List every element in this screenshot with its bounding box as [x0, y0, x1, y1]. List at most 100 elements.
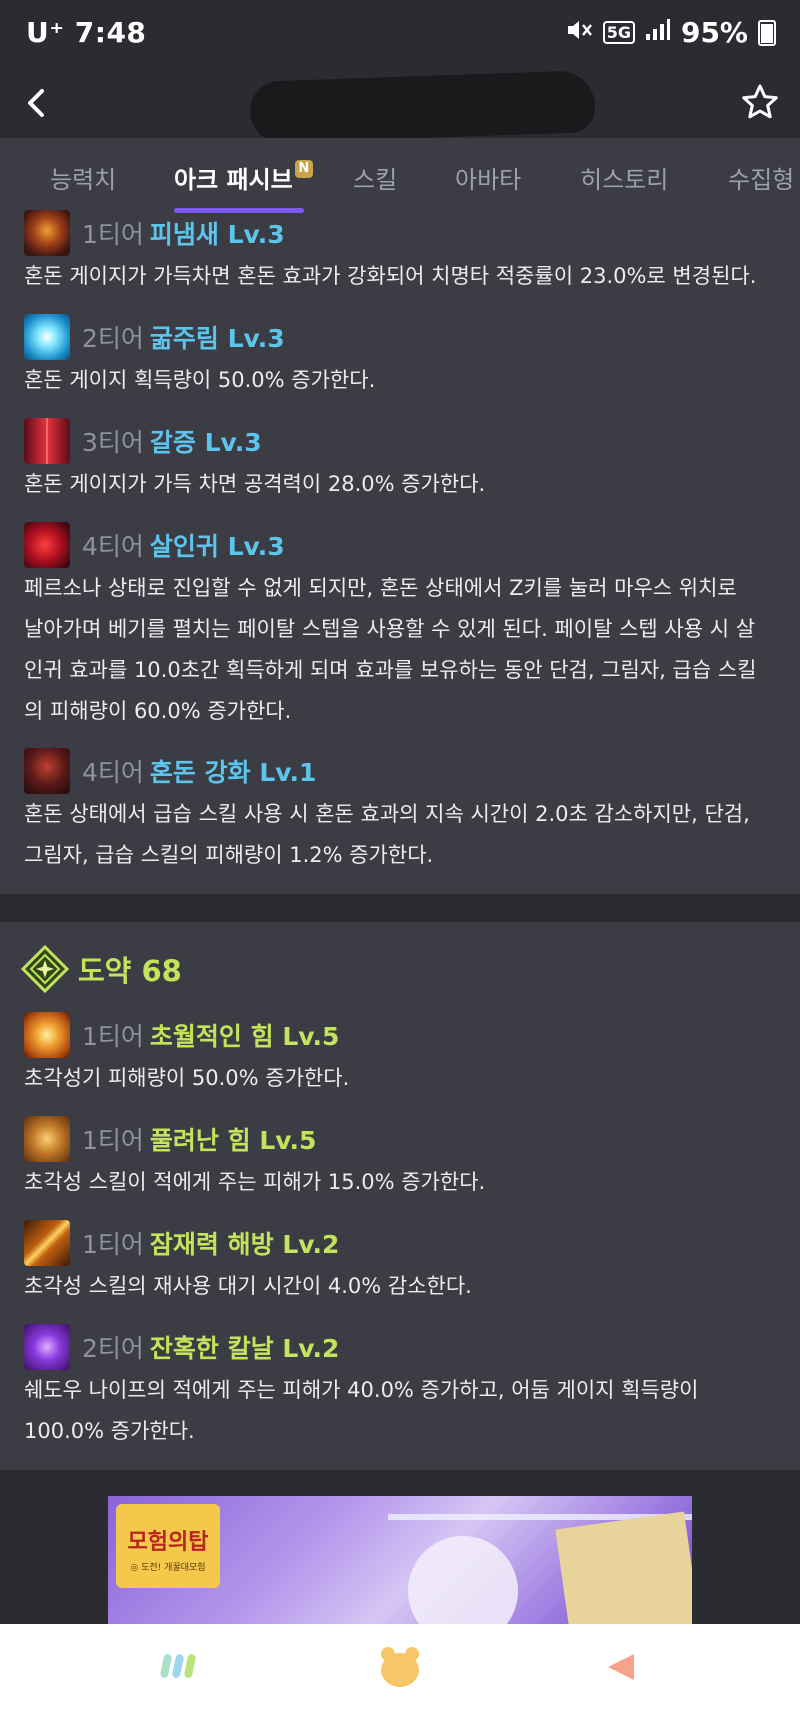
tab-label: 스킬 — [353, 166, 398, 194]
ad-banner[interactable]: 모험의탑 ◎ 도전! 개꿀대모험 — [108, 1496, 692, 1624]
passive-description: 혼돈 상태에서 급습 스킬 사용 시 혼돈 효과의 지속 시간이 2.0초 감소… — [24, 794, 784, 876]
ad-decoration — [408, 1536, 518, 1624]
tier-label: 4티어 — [82, 758, 144, 787]
status-bar: U⁺ 7:48 5G 95% — [0, 0, 800, 70]
passive-name: 살인귀 Lv.3 — [149, 532, 285, 561]
passive-entry-header: 2티어 굶주림 Lv.3 — [24, 314, 285, 360]
desc-line: 초각성 스킬이 적에게 주는 피해가 15.0% 증가한다. — [24, 1170, 486, 1194]
passive-entry-header: 4티어 살인귀 Lv.3 — [24, 522, 285, 568]
passive-description: 페르소나 상태로 진입할 수 없게 되지만, 혼돈 상태에서 Z키를 눌러 마우… — [24, 568, 784, 732]
nav-notice[interactable] — [594, 1642, 654, 1692]
ad-decoration — [555, 1511, 692, 1624]
new-badge: N — [294, 160, 313, 178]
desc-line: 100.0% 증가한다. — [24, 1419, 195, 1443]
passive-name: 갈증 Lv.3 — [149, 428, 262, 457]
tab-label: 수집형 — [728, 166, 795, 194]
tier-label: 3티어 — [82, 428, 144, 457]
passive-description: 쉐도우 나이프의 적에게 주는 피해가 40.0% 증가하고, 어둠 게이지 획… — [24, 1370, 784, 1452]
tier-label: 1티어 — [82, 1230, 144, 1259]
desc-line: 쉐도우 나이프의 적에게 주는 피해가 40.0% 증가하고, 어둠 게이지 획… — [24, 1378, 699, 1402]
thirst-skill-icon — [24, 418, 70, 464]
tab-skills[interactable]: 스킬 — [353, 160, 397, 195]
app-header — [0, 69, 800, 145]
feed-stripes-icon — [160, 1654, 196, 1678]
passive-entry-header: 3티어 갈증 Lv.3 — [24, 418, 262, 464]
battery-icon — [758, 19, 776, 46]
passive-description: 초각성기 피해량이 50.0% 증가한다. — [24, 1058, 784, 1099]
tab-label: 아바타 — [455, 166, 522, 194]
transcendent-power-skill-icon — [24, 1012, 70, 1058]
ad-logo-subtitle: ◎ 도전! 개꿀대모험 — [130, 1563, 206, 1573]
passive-name: 초월적인 힘 Lv.5 — [149, 1022, 340, 1051]
desc-line: 날아가며 베기를 펼치는 페이탈 스텝을 사용할 수 있게 된다. 페이탈 스텝… — [24, 617, 756, 641]
released-power-skill-icon — [24, 1116, 70, 1162]
passive-entry-header: 4티어 혼돈 강화 Lv.1 — [24, 748, 316, 794]
passive-name: 잔혹한 칼날 Lv.2 — [149, 1334, 340, 1363]
passive-description: 혼돈 게이지가 가득차면 혼돈 효과가 강화되어 치명타 적중률이 23.0%로… — [24, 256, 784, 297]
mute-icon — [565, 17, 593, 49]
carrier-time: U⁺ 7:48 — [26, 16, 147, 49]
passive-card-leap: 도약 68 1티어 초월적인 힘 Lv.5 초각성기 피해량이 50.0% 증가… — [0, 922, 800, 1470]
chaos-enhance-skill-icon — [24, 748, 70, 794]
desc-line: 의 피해량이 60.0% 증가한다. — [24, 699, 292, 723]
tab-label: 히스토리 — [580, 166, 669, 194]
passive-name: 굶주림 Lv.3 — [149, 324, 285, 353]
bloodlust-skill-icon — [24, 210, 70, 256]
passive-name: 잠재력 해방 Lv.2 — [149, 1230, 340, 1259]
bottom-navigation — [0, 1624, 800, 1716]
ad-logo: 모험의탑 ◎ 도전! 개꿀대모험 — [116, 1504, 220, 1588]
passive-description: 혼돈 게이지 획득량이 50.0% 증가한다. — [24, 360, 784, 401]
tab-collectibles[interactable]: 수집형 — [728, 160, 794, 195]
desc-line: 혼돈 게이지가 가득 차면 공격력이 28.0% 증가한다. — [24, 472, 486, 496]
tier-label: 1티어 — [82, 1022, 144, 1051]
passive-entry-header: 1티어 피냄새 Lv.3 — [24, 210, 285, 256]
passive-description: 초각성 스킬이 적에게 주는 피해가 15.0% 증가한다. — [24, 1162, 784, 1203]
hunger-skill-icon — [24, 314, 70, 360]
tab-label: 아크 패시브 — [174, 166, 293, 194]
desc-line: 혼돈 게이지 획득량이 50.0% 증가한다. — [24, 368, 376, 392]
bear-face-icon — [381, 1647, 419, 1687]
tab-label: 능력치 — [50, 166, 117, 194]
desc-line: 그림자, 급습 스킬의 피해량이 1.2% 증가한다. — [24, 843, 434, 867]
tab-bar: 능력치 아크 패시브 N 스킬 아바타 히스토리 수집형 — [0, 138, 800, 214]
passive-entry-header: 1티어 잠재력 해방 Lv.2 — [24, 1220, 339, 1266]
back-button[interactable] — [20, 78, 64, 128]
tab-avatar[interactable]: 아바타 — [455, 160, 521, 195]
redacted-character-name — [249, 69, 596, 145]
leap-emblem-icon — [20, 944, 70, 994]
passive-entry-header: 2티어 잔혹한 칼날 Lv.2 — [24, 1324, 339, 1370]
tab-stats[interactable]: 능력치 — [50, 160, 116, 195]
tier-label: 1티어 — [82, 1126, 144, 1155]
desc-line: 초각성 스킬의 재사용 대기 시간이 4.0% 감소한다. — [24, 1274, 472, 1298]
signal-icon — [645, 18, 671, 48]
ad-logo-title: 모험의탑 — [127, 1530, 209, 1555]
tab-history[interactable]: 히스토리 — [580, 160, 668, 195]
favorite-button[interactable] — [738, 78, 782, 128]
murderer-skill-icon — [24, 522, 70, 568]
desc-line: 혼돈 상태에서 급습 스킬 사용 시 혼돈 효과의 지속 시간이 2.0초 감소… — [24, 802, 750, 826]
desc-line: 초각성기 피해량이 50.0% 증가한다. — [24, 1066, 350, 1090]
tier-label: 2티어 — [82, 324, 144, 353]
battery-percent: 95% — [680, 16, 748, 49]
nav-feed[interactable] — [150, 1642, 210, 1692]
nav-home[interactable] — [370, 1642, 430, 1692]
passive-name: 피냄새 Lv.3 — [149, 220, 285, 249]
network-type-icon: 5G — [602, 21, 635, 44]
tier-label: 1티어 — [82, 220, 144, 249]
passive-card-chaos: 1티어 피냄새 Lv.3 혼돈 게이지가 가득차면 혼돈 효과가 강화되어 치명… — [0, 210, 800, 894]
leap-group-title: 도약 68 — [78, 954, 182, 988]
passive-entry-header: 1티어 풀려난 힘 Lv.5 — [24, 1116, 316, 1162]
chevron-left-icon — [28, 89, 44, 117]
passive-description: 초각성 스킬의 재사용 대기 시간이 4.0% 감소한다. — [24, 1266, 784, 1307]
desc-line: 페르소나 상태로 진입할 수 없게 되지만, 혼돈 상태에서 Z키를 눌러 마우… — [24, 576, 737, 600]
megaphone-icon — [608, 1654, 634, 1680]
star-outline-icon — [742, 84, 778, 119]
passive-name: 혼돈 강화 Lv.1 — [149, 758, 317, 787]
tab-ark-passive[interactable]: 아크 패시브 N — [174, 160, 313, 195]
tier-label: 2티어 — [82, 1334, 144, 1363]
desc-line: 혼돈 게이지가 가득차면 혼돈 효과가 강화되어 치명타 적중률이 23.0%로… — [24, 264, 757, 288]
passive-description: 혼돈 게이지가 가득 차면 공격력이 28.0% 증가한다. — [24, 464, 784, 505]
potential-release-skill-icon — [24, 1220, 70, 1266]
passive-name: 풀려난 힘 Lv.5 — [149, 1126, 317, 1155]
desc-line: 인귀 효과를 10.0초간 획득하게 되며 효과를 보유하는 동안 단검, 그림… — [24, 658, 757, 682]
